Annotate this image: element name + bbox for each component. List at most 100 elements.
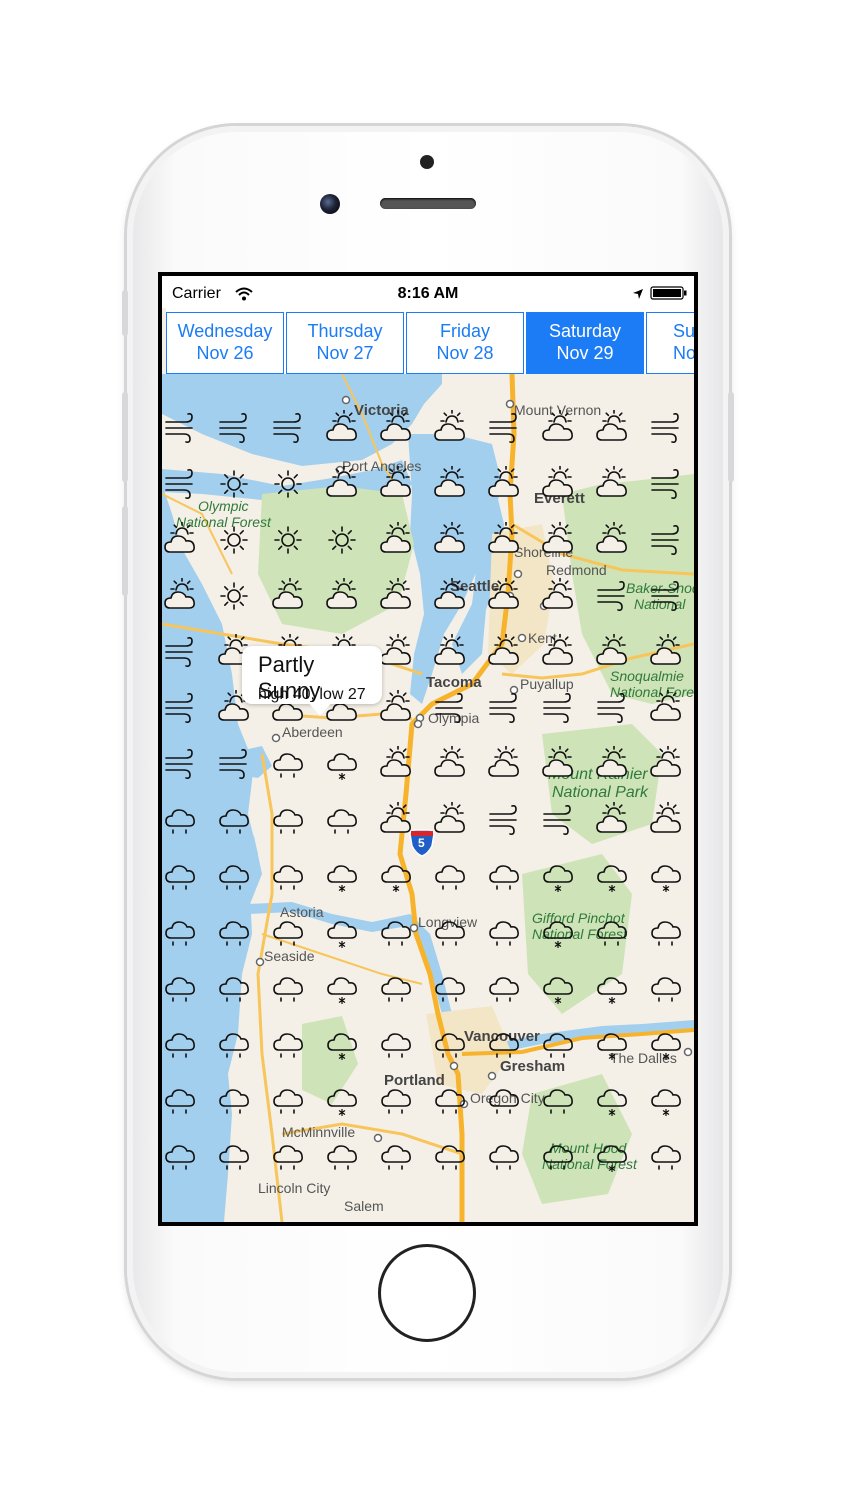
- rain-icon[interactable]: [162, 802, 198, 838]
- partly-sunny-icon[interactable]: [378, 409, 414, 446]
- partly-sunny-icon[interactable]: [540, 745, 576, 782]
- rain-icon[interactable]: [486, 1082, 522, 1118]
- wind-icon[interactable]: [162, 410, 198, 446]
- partly-sunny-icon[interactable]: [378, 689, 414, 726]
- rain-icon[interactable]: [648, 1138, 684, 1174]
- sun-icon[interactable]: [216, 522, 252, 558]
- wind-icon[interactable]: [162, 690, 198, 726]
- partly-sunny-icon[interactable]: [324, 465, 360, 502]
- partly-sunny-icon[interactable]: [432, 745, 468, 782]
- partly-sunny-icon[interactable]: [486, 577, 522, 614]
- partly-sunny-icon[interactable]: [594, 745, 630, 782]
- rain-icon[interactable]: [216, 802, 252, 838]
- rain-icon[interactable]: [432, 970, 468, 1006]
- rain-icon[interactable]: [486, 970, 522, 1006]
- rain-icon[interactable]: [270, 746, 306, 782]
- partly-sunny-icon[interactable]: [540, 409, 576, 446]
- snow-icon[interactable]: [594, 1082, 630, 1118]
- rain-icon[interactable]: [162, 1138, 198, 1174]
- rain-icon[interactable]: [378, 1026, 414, 1062]
- wind-icon[interactable]: [432, 690, 468, 726]
- rain-icon[interactable]: [162, 1026, 198, 1062]
- snow-icon[interactable]: [648, 1082, 684, 1118]
- rain-icon[interactable]: [270, 914, 306, 950]
- partly-sunny-icon[interactable]: [378, 465, 414, 502]
- snow-icon[interactable]: [324, 746, 360, 782]
- wind-icon[interactable]: [648, 522, 684, 558]
- partly-sunny-icon[interactable]: [540, 465, 576, 502]
- partly-sunny-icon[interactable]: [486, 633, 522, 670]
- wind-icon[interactable]: [162, 466, 198, 502]
- snow-icon[interactable]: [324, 914, 360, 950]
- snow-icon[interactable]: [540, 858, 576, 894]
- partly-sunny-icon[interactable]: [432, 633, 468, 670]
- sun-icon[interactable]: [216, 578, 252, 614]
- wind-icon[interactable]: [486, 690, 522, 726]
- partly-sunny-icon[interactable]: [594, 409, 630, 446]
- rain-icon[interactable]: [540, 1138, 576, 1174]
- rain-icon[interactable]: [486, 1026, 522, 1062]
- partly-sunny-icon[interactable]: [162, 577, 198, 614]
- rain-icon[interactable]: [216, 914, 252, 950]
- partly-sunny-icon[interactable]: [162, 521, 198, 558]
- rain-icon[interactable]: [216, 1138, 252, 1174]
- rain-icon[interactable]: [486, 914, 522, 950]
- sun-icon[interactable]: [270, 522, 306, 558]
- rain-icon[interactable]: [270, 1026, 306, 1062]
- snow-icon[interactable]: [540, 914, 576, 950]
- wind-icon[interactable]: [648, 410, 684, 446]
- rain-icon[interactable]: [216, 1026, 252, 1062]
- partly-sunny-icon[interactable]: [432, 465, 468, 502]
- weather-map[interactable]: Victoria Mount Vernon Port Angeles Evere…: [162, 374, 694, 1222]
- partly-sunny-icon[interactable]: [486, 745, 522, 782]
- partly-sunny-icon[interactable]: [648, 689, 684, 726]
- rain-icon[interactable]: [432, 858, 468, 894]
- snow-icon[interactable]: [594, 858, 630, 894]
- wind-icon[interactable]: [486, 802, 522, 838]
- sun-icon[interactable]: [324, 522, 360, 558]
- wind-icon[interactable]: [648, 578, 684, 614]
- rain-icon[interactable]: [486, 858, 522, 894]
- partly-sunny-icon[interactable]: [594, 465, 630, 502]
- partly-sunny-icon[interactable]: [432, 801, 468, 838]
- partly-sunny-icon[interactable]: [378, 521, 414, 558]
- snow-icon[interactable]: [324, 970, 360, 1006]
- wind-icon[interactable]: [648, 466, 684, 502]
- rain-icon[interactable]: [648, 914, 684, 950]
- partly-sunny-icon[interactable]: [594, 633, 630, 670]
- rain-icon[interactable]: [270, 1138, 306, 1174]
- rain-icon[interactable]: [378, 1138, 414, 1174]
- forecast-callout[interactable]: Partly Sunny high 40, low 27: [242, 646, 382, 716]
- rain-icon[interactable]: [324, 802, 360, 838]
- home-button[interactable]: [378, 1244, 476, 1342]
- tab-saturday[interactable]: Saturday Nov 29: [526, 312, 644, 374]
- partly-sunny-icon[interactable]: [648, 633, 684, 670]
- rain-icon[interactable]: [378, 970, 414, 1006]
- partly-sunny-icon[interactable]: [594, 521, 630, 558]
- tab-sunday[interactable]: Su No: [646, 312, 694, 374]
- partly-sunny-icon[interactable]: [540, 633, 576, 670]
- rain-icon[interactable]: [540, 1082, 576, 1118]
- snow-icon[interactable]: [648, 858, 684, 894]
- partly-sunny-icon[interactable]: [486, 521, 522, 558]
- rain-icon[interactable]: [216, 1082, 252, 1118]
- rain-icon[interactable]: [270, 858, 306, 894]
- tab-friday[interactable]: Friday Nov 28: [406, 312, 524, 374]
- snow-icon[interactable]: [594, 970, 630, 1006]
- snow-icon[interactable]: [378, 858, 414, 894]
- rain-icon[interactable]: [216, 970, 252, 1006]
- partly-sunny-icon[interactable]: [540, 521, 576, 558]
- wind-icon[interactable]: [594, 690, 630, 726]
- rain-icon[interactable]: [162, 914, 198, 950]
- snow-icon[interactable]: [594, 1138, 630, 1174]
- partly-sunny-icon[interactable]: [432, 409, 468, 446]
- partly-sunny-icon[interactable]: [594, 801, 630, 838]
- rain-icon[interactable]: [432, 1082, 468, 1118]
- tab-thursday[interactable]: Thursday Nov 27: [286, 312, 404, 374]
- tab-wednesday[interactable]: Wednesday Nov 26: [166, 312, 284, 374]
- rain-icon[interactable]: [432, 914, 468, 950]
- partly-sunny-icon[interactable]: [378, 633, 414, 670]
- rain-icon[interactable]: [162, 858, 198, 894]
- rain-icon[interactable]: [432, 1138, 468, 1174]
- partly-sunny-icon[interactable]: [378, 801, 414, 838]
